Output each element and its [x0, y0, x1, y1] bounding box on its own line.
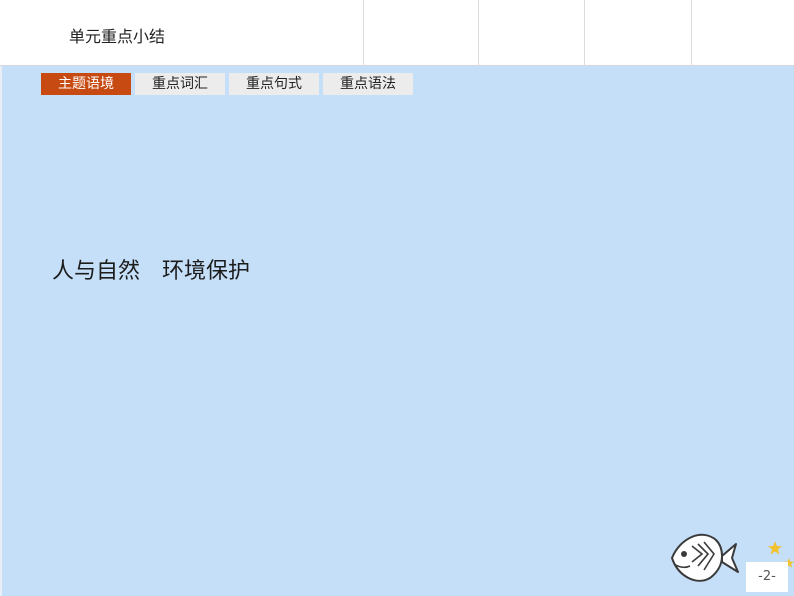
header-divider — [691, 0, 692, 66]
page-number: -2- — [746, 562, 788, 592]
tab-key-grammar[interactable]: 重点语法 — [323, 73, 413, 95]
header-divider — [363, 0, 364, 66]
left-edge — [0, 66, 2, 596]
star-icon — [768, 541, 782, 555]
page-title: 单元重点小结 — [69, 27, 166, 46]
tab-key-vocabulary[interactable]: 重点词汇 — [135, 73, 225, 95]
header-divider — [478, 0, 479, 66]
header-divider — [584, 0, 585, 66]
tab-key-sentences[interactable]: 重点句式 — [229, 73, 319, 95]
fish-icon — [670, 533, 739, 582]
header-bar: 单元重点小结 — [0, 0, 794, 66]
topic-text: 人与自然 环境保护 — [52, 259, 251, 284]
tab-theme-context[interactable]: 主题语境 — [41, 73, 131, 95]
